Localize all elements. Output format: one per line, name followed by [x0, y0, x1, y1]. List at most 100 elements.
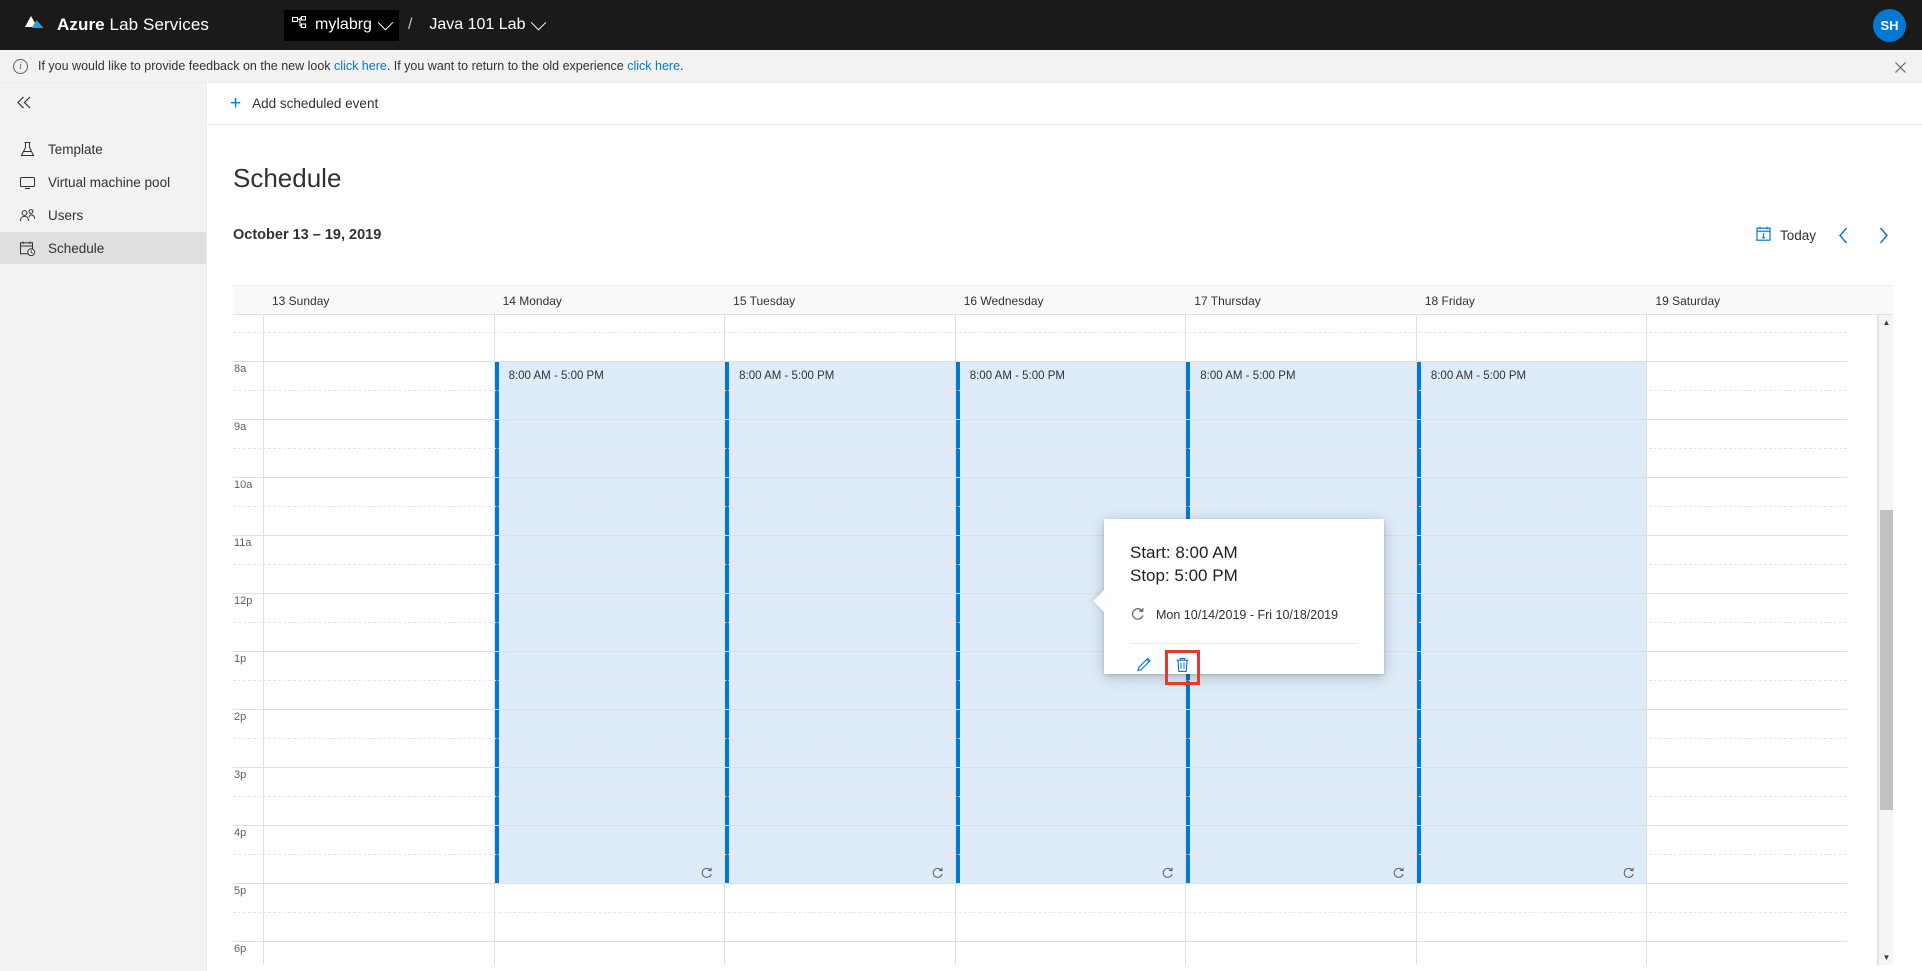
chevron-down-icon: [378, 14, 394, 30]
plus-icon: +: [230, 94, 241, 113]
calendar-day-separator: [494, 315, 495, 965]
calendar-event-time-label: 8:00 AM - 5:00 PM: [1190, 361, 1416, 382]
week-navigation-row: October 13 – 19, 2019 Today: [233, 222, 1896, 248]
today-button[interactable]: Today: [1756, 226, 1816, 244]
sidebar-item-users[interactable]: Users: [0, 199, 206, 231]
calendar-hour-line: [233, 883, 1847, 884]
breadcrumb-resource-group[interactable]: mylabrg: [284, 10, 399, 41]
chevron-right-icon: [1878, 227, 1889, 244]
command-bar: + Add scheduled event: [207, 83, 1922, 125]
sidebar-nav-list: Template Virtual machine pool Users: [0, 133, 206, 264]
brand-logo[interactable]: Azure Lab Services: [22, 14, 209, 37]
next-week-button[interactable]: [1870, 222, 1896, 248]
sidebar: Template Virtual machine pool Users: [0, 83, 207, 971]
info-icon: i: [13, 59, 28, 74]
sidebar-item-label: Template: [48, 142, 103, 157]
calendar-hour-line: [233, 535, 1847, 536]
calendar-hour-line: [233, 419, 1847, 420]
calendar-half-hour-line: [233, 738, 1847, 739]
calendar-hour-label: 9a: [234, 421, 263, 433]
avatar-initials: SH: [1880, 18, 1898, 33]
callout-start-time: Start: 8:00 AM: [1130, 542, 1358, 565]
calendar-day-header-label: 14 Monday: [503, 294, 562, 308]
monitor-icon: [19, 174, 36, 191]
calendar-vertical-scrollbar[interactable]: ▲ ▼: [1878, 315, 1893, 965]
calendar-event-time-label: 8:00 AM - 5:00 PM: [960, 361, 1186, 382]
recurrence-icon: [700, 866, 713, 879]
breadcrumb-lab[interactable]: Java 101 Lab: [421, 10, 552, 40]
calendar-day-header-row: 13 Sunday 14 Monday 15 Tuesday 16 Wednesday…: [233, 286, 1893, 315]
calendar-day-separator: [724, 315, 725, 965]
close-icon[interactable]: [1892, 59, 1908, 75]
calendar-hour-label: 6p: [234, 943, 263, 955]
calendar-half-hour-line: [233, 506, 1847, 507]
calendar-hour-label: 2p: [234, 711, 263, 723]
calendar-hour-label: 3p: [234, 769, 263, 781]
calendar-grid[interactable]: 7a8a9a10a11a12p1p2p3p4p5p6p 8:00 AM - 5:…: [233, 315, 1893, 965]
callout-actions: [1130, 653, 1358, 682]
brand-bold: Azure: [57, 15, 105, 34]
scrollbar-thumb[interactable]: [1880, 510, 1893, 810]
calendar-day-header-label: 15 Tuesday: [733, 294, 795, 308]
calendar-event-time-label: 8:00 AM - 5:00 PM: [729, 361, 955, 382]
page-title: Schedule: [233, 163, 1922, 194]
calendar-day-separator: [1416, 315, 1417, 965]
calendar-half-hour-line: [233, 622, 1847, 623]
azure-cloud-icon: [22, 14, 46, 37]
calendar-half-hour-line: [233, 390, 1847, 391]
old-experience-link[interactable]: click here: [627, 59, 680, 73]
calendar-half-hour-line: [233, 796, 1847, 797]
sidebar-item-template[interactable]: Template: [0, 133, 206, 165]
calendar-hour-label: 10a: [234, 479, 263, 491]
week-nav-controls: Today: [1756, 222, 1896, 248]
breadcrumb-lab-label: Java 101 Lab: [429, 16, 525, 34]
today-button-label: Today: [1780, 228, 1816, 243]
notification-bar: i If you would like to provide feedback …: [0, 50, 1922, 83]
notification-text-part1: If you would like to provide feedback on…: [38, 59, 334, 73]
avatar[interactable]: SH: [1873, 9, 1906, 42]
calendar-day-header: 13 Sunday: [263, 286, 494, 315]
calendar-half-hour-line: [233, 854, 1847, 855]
brand-rest: Lab Services: [105, 15, 209, 34]
scroll-down-arrow-icon[interactable]: ▼: [1879, 950, 1893, 965]
calendar-day-header-label: 13 Sunday: [272, 294, 329, 308]
recurrence-icon: [1161, 866, 1174, 879]
notification-text: If you would like to provide feedback on…: [38, 59, 684, 73]
feedback-link[interactable]: click here: [334, 59, 387, 73]
calendar-hour-label: 7a: [234, 315, 263, 317]
sidebar-item-virtual-machine-pool[interactable]: Virtual machine pool: [0, 166, 206, 198]
calendar-today-icon: [1756, 226, 1771, 244]
sidebar-collapse-button[interactable]: [0, 83, 206, 126]
add-scheduled-event-button[interactable]: + Add scheduled event: [230, 94, 378, 113]
sidebar-item-schedule[interactable]: Schedule: [0, 232, 206, 264]
breadcrumb-separator: /: [408, 16, 412, 34]
scroll-up-arrow-icon[interactable]: ▲: [1879, 315, 1893, 330]
flask-icon: [19, 141, 36, 158]
calendar-clock-icon: [19, 240, 36, 257]
calendar-hour-line: [233, 767, 1847, 768]
calendar-event-time-label: 8:00 AM - 5:00 PM: [499, 361, 725, 382]
week-range-label: October 13 – 19, 2019: [233, 227, 381, 243]
callout-stop-time: Stop: 5:00 PM: [1130, 565, 1358, 588]
calendar-day-header-label: 19 Saturday: [1655, 294, 1720, 308]
users-icon: [19, 207, 36, 224]
sidebar-item-label: Users: [48, 208, 83, 223]
calendar-hour-line: [233, 361, 1847, 362]
calendar-hour-label: 12p: [234, 595, 263, 607]
recurrence-icon: [1130, 606, 1145, 624]
edit-event-button[interactable]: [1130, 653, 1159, 682]
breadcrumb: mylabrg / Java 101 Lab: [284, 10, 552, 41]
calendar-half-hour-line: [233, 332, 1847, 333]
resource-group-icon: [292, 16, 307, 35]
delete-event-button[interactable]: [1168, 653, 1197, 682]
calendar-hour-line: [233, 477, 1847, 478]
previous-week-button[interactable]: [1830, 222, 1856, 248]
callout-beak: [1093, 589, 1105, 613]
calendar-day-separator: [955, 315, 956, 965]
notification-text-part3: .: [680, 59, 683, 73]
calendar-day-header-label: 16 Wednesday: [964, 294, 1044, 308]
calendar-day-header: 17 Thursday: [1185, 286, 1416, 315]
calendar-day-header: 14 Monday: [494, 286, 725, 315]
calendar-day-separator: [263, 315, 264, 965]
calendar-hour-line: [233, 941, 1847, 942]
